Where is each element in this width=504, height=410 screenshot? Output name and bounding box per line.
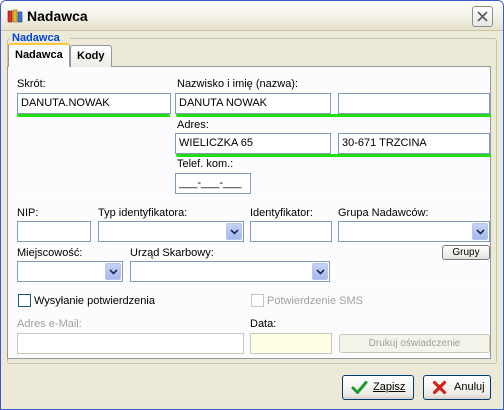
grupa-nadawcow-label: Grupa Nadawców: [338,207,429,219]
miejscowosc-select[interactable] [17,261,123,282]
separator [17,286,489,287]
telefon-label: Telef. kom.: [177,158,234,170]
close-icon [477,11,488,22]
nip-label: NIP: [17,207,39,219]
grupy-button[interactable]: Grupy [442,245,490,260]
skrot-field[interactable]: DANUTA.NOWAK [17,93,171,114]
nazwisko-label: Nazwisko i imię (nazwa): [177,78,299,90]
zapisz-button[interactable]: Zapisz [342,375,414,400]
adres-field[interactable]: WIELICZKA 65 [175,133,331,154]
identyfikator-field[interactable] [250,221,332,242]
highlight-underline [17,114,170,117]
tab-kody[interactable]: Kody [70,45,112,67]
email-field[interactable] [17,333,244,354]
nazwisko-field[interactable]: DANUTA NOWAK [175,93,331,114]
dialog-window: Nadawca Nadawca Nadawca Kody Skrót: DANU… [0,0,504,410]
potwierdzenie-sms-checkbox[interactable] [251,294,264,307]
books-icon [7,9,23,23]
typ-identyfikatora-label: Typ identyfikatora: [98,207,188,219]
dropdown-button[interactable] [472,223,488,240]
potwierdzenie-sms-label: Potwierdzenie SMS [267,295,363,307]
title-bar: Nadawca [1,1,503,31]
dropdown-button[interactable] [105,263,121,280]
skrot-label: Skrót: [17,78,46,90]
highlight-underline [176,114,491,117]
typ-identyfikatora-select[interactable] [98,221,244,242]
wysylanie-potwierdzenia-checkbox[interactable] [18,294,31,307]
close-button[interactable] [472,6,493,27]
telefon-field[interactable]: ___-___-___ [175,173,251,194]
chevron-down-icon [230,229,239,235]
urzad-skarbowy-label: Urząd Skarbowy: [130,247,214,259]
red-x-icon [432,380,447,395]
dropdown-button[interactable] [312,263,328,280]
miejscowosc-label: Miejscowość: [17,247,83,259]
anuluj-label: Anuluj [454,381,485,393]
chevron-down-icon [109,269,118,275]
zapisz-label: Zapisz [373,381,406,393]
nip-field[interactable] [17,221,91,242]
adres-label: Adres: [177,119,209,131]
drukuj-oswiadczenie-button[interactable]: Drukuj oświadczenie [339,334,490,353]
email-label: Adres e-Mail: [17,318,82,330]
window-title: Nadawca [27,8,88,24]
dropdown-button[interactable] [226,223,242,240]
chevron-down-icon [476,229,485,235]
anuluj-button[interactable]: Anuluj [423,375,491,400]
grupa-nadawcow-select[interactable] [338,221,490,242]
nazwisko-field-2[interactable] [338,93,490,114]
data-label: Data: [250,318,277,330]
checkmark-icon [351,381,368,394]
data-field[interactable] [250,333,332,354]
tab-nadawca[interactable]: Nadawca [8,43,70,67]
highlight-underline [176,154,491,157]
urzad-skarbowy-select[interactable] [130,261,330,282]
identyfikator-label: Identyfikator: [250,207,313,219]
wysylanie-potwierdzenia-label[interactable]: Wysyłanie potwierdzenia [34,295,155,307]
separator [17,198,489,199]
adres-field-2[interactable]: 30-671 TRZCINA [338,133,490,154]
chevron-down-icon [316,269,325,275]
